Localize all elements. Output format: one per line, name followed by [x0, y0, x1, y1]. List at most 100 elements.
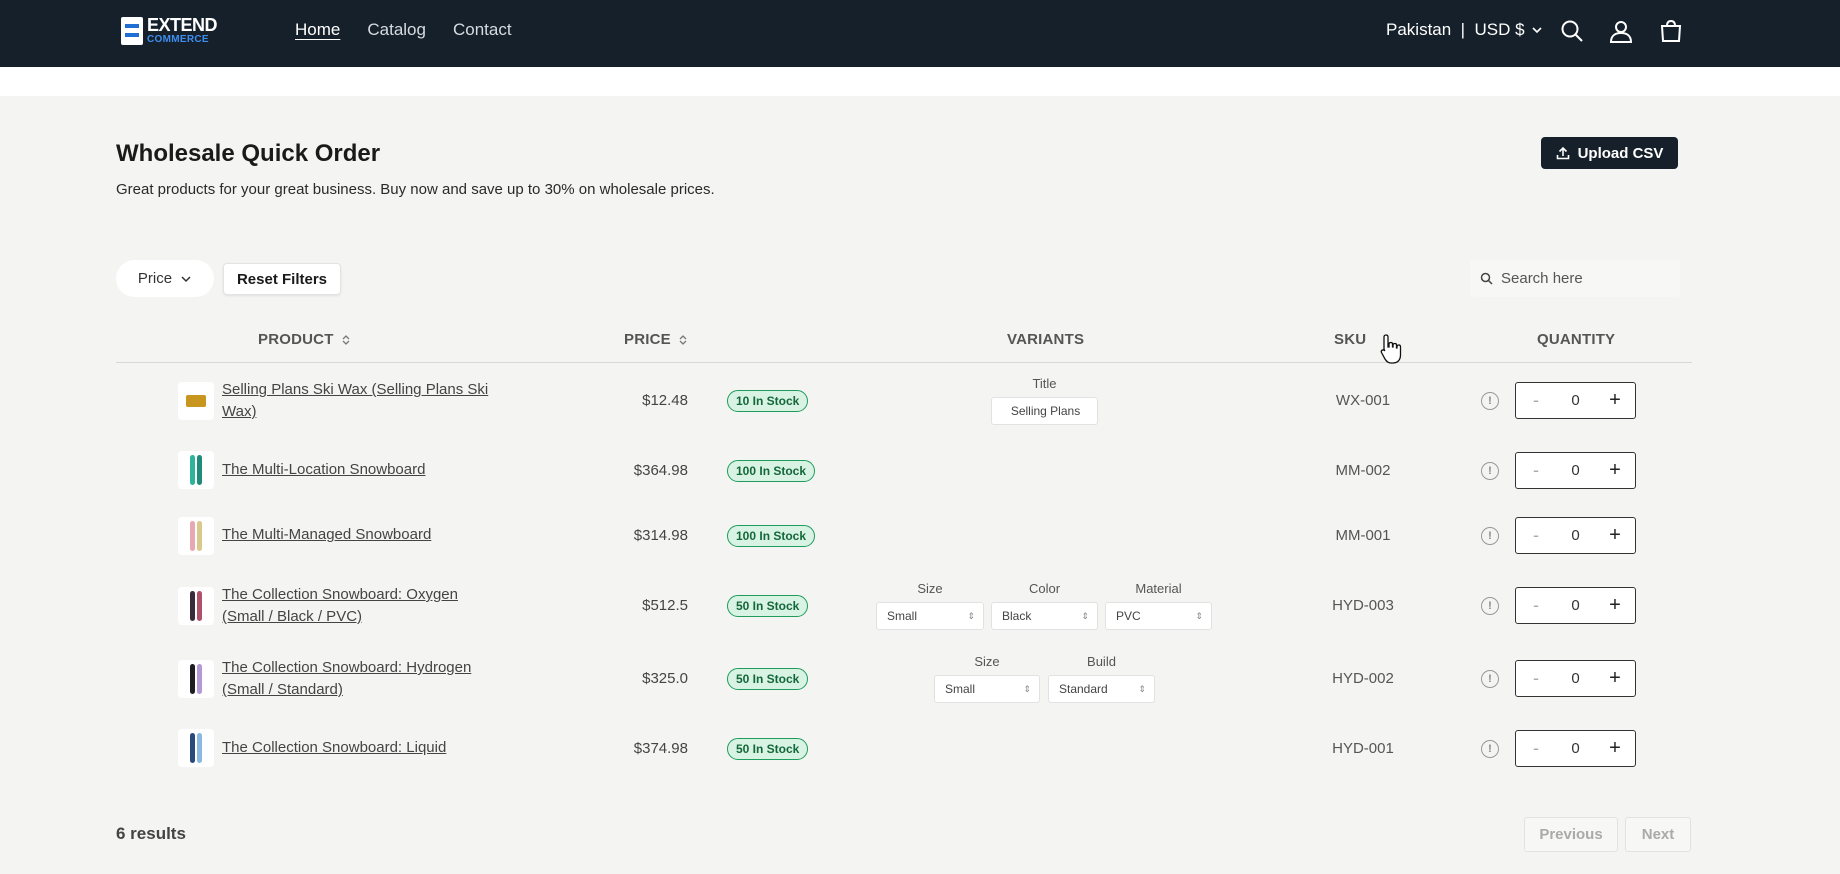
product-sku: HYD-002: [1332, 670, 1394, 687]
product-name-link[interactable]: Selling Plans Ski Wax (Selling Plans Ski…: [222, 379, 502, 423]
locale-label: Pakistan | USD $: [1386, 20, 1525, 39]
column-header-variants: VARIANTS: [1007, 331, 1085, 348]
column-header-quantity: QUANTITY: [1537, 331, 1616, 348]
search-icon: [1480, 272, 1493, 285]
page-title: Wholesale Quick Order: [116, 140, 381, 167]
nav-home-link[interactable]: Home: [295, 20, 340, 40]
quantity-stepper: - 0 +: [1515, 660, 1636, 697]
locale-selector[interactable]: Pakistan | USD $: [1386, 20, 1543, 40]
product-price: $374.98: [633, 740, 688, 757]
product-name-link[interactable]: The Collection Snowboard: Hydrogen (Smal…: [222, 657, 502, 701]
increase-quantity-button[interactable]: +: [1595, 737, 1635, 760]
variant-group: Build Standard ⇕: [1048, 654, 1155, 703]
product-price: $364.98: [633, 462, 688, 479]
reset-filters-button[interactable]: Reset Filters: [223, 263, 341, 295]
decrease-quantity-button[interactable]: -: [1516, 738, 1556, 759]
product-thumbnail[interactable]: [178, 517, 214, 555]
decrease-quantity-button[interactable]: -: [1516, 390, 1556, 411]
quantity-value[interactable]: 0: [1556, 597, 1595, 614]
quantity-value[interactable]: 0: [1556, 740, 1595, 757]
quantity-value[interactable]: 0: [1556, 670, 1595, 687]
info-icon[interactable]: !: [1481, 597, 1499, 615]
page-subtitle: Great products for your great business. …: [116, 181, 715, 198]
product-sku: MM-001: [1335, 527, 1391, 544]
product-thumbnail[interactable]: [178, 660, 214, 698]
product-thumbnail[interactable]: [178, 729, 214, 767]
price-filter-dropdown[interactable]: Price: [116, 260, 214, 297]
cart-icon[interactable]: [1658, 18, 1684, 44]
variant-select[interactable]: PVC ⇕: [1105, 602, 1212, 630]
select-arrows-icon: ⇕: [1023, 683, 1031, 694]
quantity-stepper: - 0 +: [1515, 587, 1636, 624]
product-price: $12.48: [642, 392, 688, 409]
info-icon[interactable]: !: [1481, 392, 1499, 410]
info-icon[interactable]: !: [1481, 462, 1499, 480]
decrease-quantity-button[interactable]: -: [1516, 668, 1556, 689]
next-page-button[interactable]: Next: [1625, 817, 1691, 852]
quantity-value[interactable]: 0: [1556, 527, 1595, 544]
product-name-link[interactable]: The Collection Snowboard: Liquid: [222, 737, 502, 759]
product-name-link[interactable]: The Multi-Managed Snowboard: [222, 524, 502, 546]
product-sku: WX-001: [1335, 392, 1391, 409]
price-filter-label: Price: [137, 270, 173, 287]
variant-label: Size: [974, 654, 1000, 669]
header-divider: [116, 362, 1692, 363]
variant-label: Size: [917, 581, 943, 596]
nav-catalog-link[interactable]: Catalog: [367, 20, 426, 40]
quantity-value[interactable]: 0: [1556, 462, 1595, 479]
increase-quantity-button[interactable]: +: [1595, 524, 1635, 547]
sort-icon: [679, 334, 687, 345]
product-thumbnail[interactable]: [178, 382, 214, 420]
column-header-product[interactable]: PRODUCT: [258, 331, 350, 348]
info-icon[interactable]: !: [1481, 740, 1499, 758]
decrease-quantity-button[interactable]: -: [1516, 595, 1556, 616]
product-name-link[interactable]: The Multi-Location Snowboard: [222, 459, 502, 481]
search-box: [1470, 260, 1680, 297]
search-input[interactable]: [1501, 270, 1661, 287]
select-arrows-icon: ⇕: [1081, 610, 1089, 621]
variant-label: Material: [1135, 581, 1182, 596]
quantity-stepper: - 0 +: [1515, 452, 1636, 489]
chevron-down-icon: [1532, 27, 1542, 34]
variant-select[interactable]: Standard ⇕: [1048, 675, 1155, 703]
product-thumbnail[interactable]: [178, 451, 214, 489]
quantity-value[interactable]: 0: [1556, 392, 1595, 409]
variant-select[interactable]: Small ⇕: [876, 602, 984, 630]
product-name-link[interactable]: The Collection Snowboard: Oxygen (Small …: [222, 584, 502, 628]
stock-badge: 100 In Stock: [727, 525, 816, 547]
variant-select[interactable]: Selling Plans: [991, 397, 1098, 425]
info-icon[interactable]: !: [1481, 670, 1499, 688]
upload-csv-button[interactable]: Upload CSV: [1541, 137, 1678, 169]
logo-text-secondary: COMMERCE: [147, 34, 209, 45]
nav-contact-link[interactable]: Contact: [453, 20, 512, 40]
variant-select[interactable]: Black ⇕: [991, 602, 1098, 630]
sort-icon: [342, 334, 350, 345]
info-icon[interactable]: !: [1481, 527, 1499, 545]
product-price: $325.0: [642, 670, 688, 687]
increase-quantity-button[interactable]: +: [1595, 459, 1635, 482]
hand-cursor-icon: [1379, 333, 1405, 365]
variant-group: Size Small ⇕: [934, 654, 1040, 703]
variant-select[interactable]: Small ⇕: [934, 675, 1040, 703]
product-thumbnail[interactable]: [178, 587, 214, 625]
variant-group: Color Black ⇕: [991, 581, 1098, 630]
increase-quantity-button[interactable]: +: [1595, 389, 1635, 412]
increase-quantity-button[interactable]: +: [1595, 594, 1635, 617]
stock-badge: 50 In Stock: [727, 668, 809, 690]
previous-page-button[interactable]: Previous: [1524, 817, 1618, 852]
product-sku: HYD-001: [1332, 740, 1394, 757]
brand-logo[interactable]: EXTEND COMMERCE: [121, 16, 218, 45]
account-icon[interactable]: [1608, 18, 1634, 44]
decrease-quantity-button[interactable]: -: [1516, 460, 1556, 481]
product-sku: HYD-003: [1332, 597, 1394, 614]
stock-badge: 10 In Stock: [727, 390, 809, 412]
stock-badge: 100 In Stock: [727, 460, 816, 482]
select-arrows-icon: ⇕: [1195, 610, 1203, 621]
decrease-quantity-button[interactable]: -: [1516, 525, 1556, 546]
stock-badge: 50 In Stock: [727, 738, 809, 760]
select-arrows-icon: ⇕: [1138, 683, 1146, 694]
product-sku: MM-002: [1335, 462, 1391, 479]
search-icon[interactable]: [1559, 18, 1585, 44]
increase-quantity-button[interactable]: +: [1595, 667, 1635, 690]
column-header-price[interactable]: PRICE: [624, 331, 687, 348]
